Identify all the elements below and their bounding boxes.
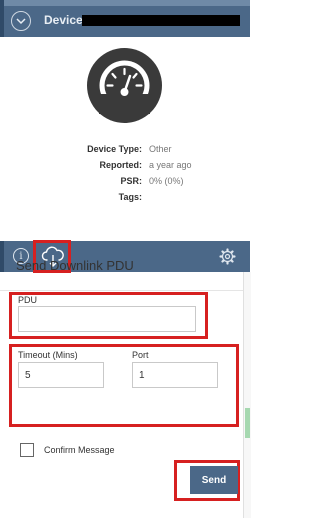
- psr-value: 0% (0%): [149, 176, 184, 186]
- confirm-message-label: Confirm Message: [44, 445, 115, 455]
- confirm-message-checkbox[interactable]: [20, 443, 34, 457]
- header-accent-strip: [0, 0, 4, 37]
- gauge-icon: [87, 48, 162, 123]
- send-button-label: Send: [201, 474, 227, 486]
- side-scroll-area[interactable]: [243, 272, 251, 518]
- reported-label: Reported:: [99, 160, 143, 170]
- gear-icon[interactable]: [219, 248, 236, 265]
- pdu-input[interactable]: [18, 306, 196, 332]
- panel-divider: [0, 290, 243, 291]
- reported-value: a year ago: [149, 160, 192, 170]
- psr-label: PSR:: [120, 176, 142, 186]
- header-top-strip: [0, 0, 250, 6]
- redacted-device-name: [82, 15, 240, 26]
- device-type-value: Other: [149, 144, 172, 154]
- toolbar-accent-strip: [0, 241, 4, 272]
- pdu-label: PDU: [18, 295, 38, 305]
- port-input[interactable]: [132, 362, 218, 388]
- port-label: Port: [132, 350, 149, 360]
- timeout-label: Timeout (Mins): [18, 350, 78, 360]
- panel-title: Send Downlink PDU: [16, 258, 134, 273]
- send-button[interactable]: Send: [190, 466, 238, 494]
- chevron-down-icon[interactable]: [11, 11, 31, 31]
- device-type-label: Device Type:: [87, 144, 142, 154]
- timeout-input[interactable]: [18, 362, 104, 388]
- side-indicator: [245, 408, 250, 438]
- tags-label: Tags:: [118, 192, 142, 202]
- device-title: Device: [44, 13, 83, 27]
